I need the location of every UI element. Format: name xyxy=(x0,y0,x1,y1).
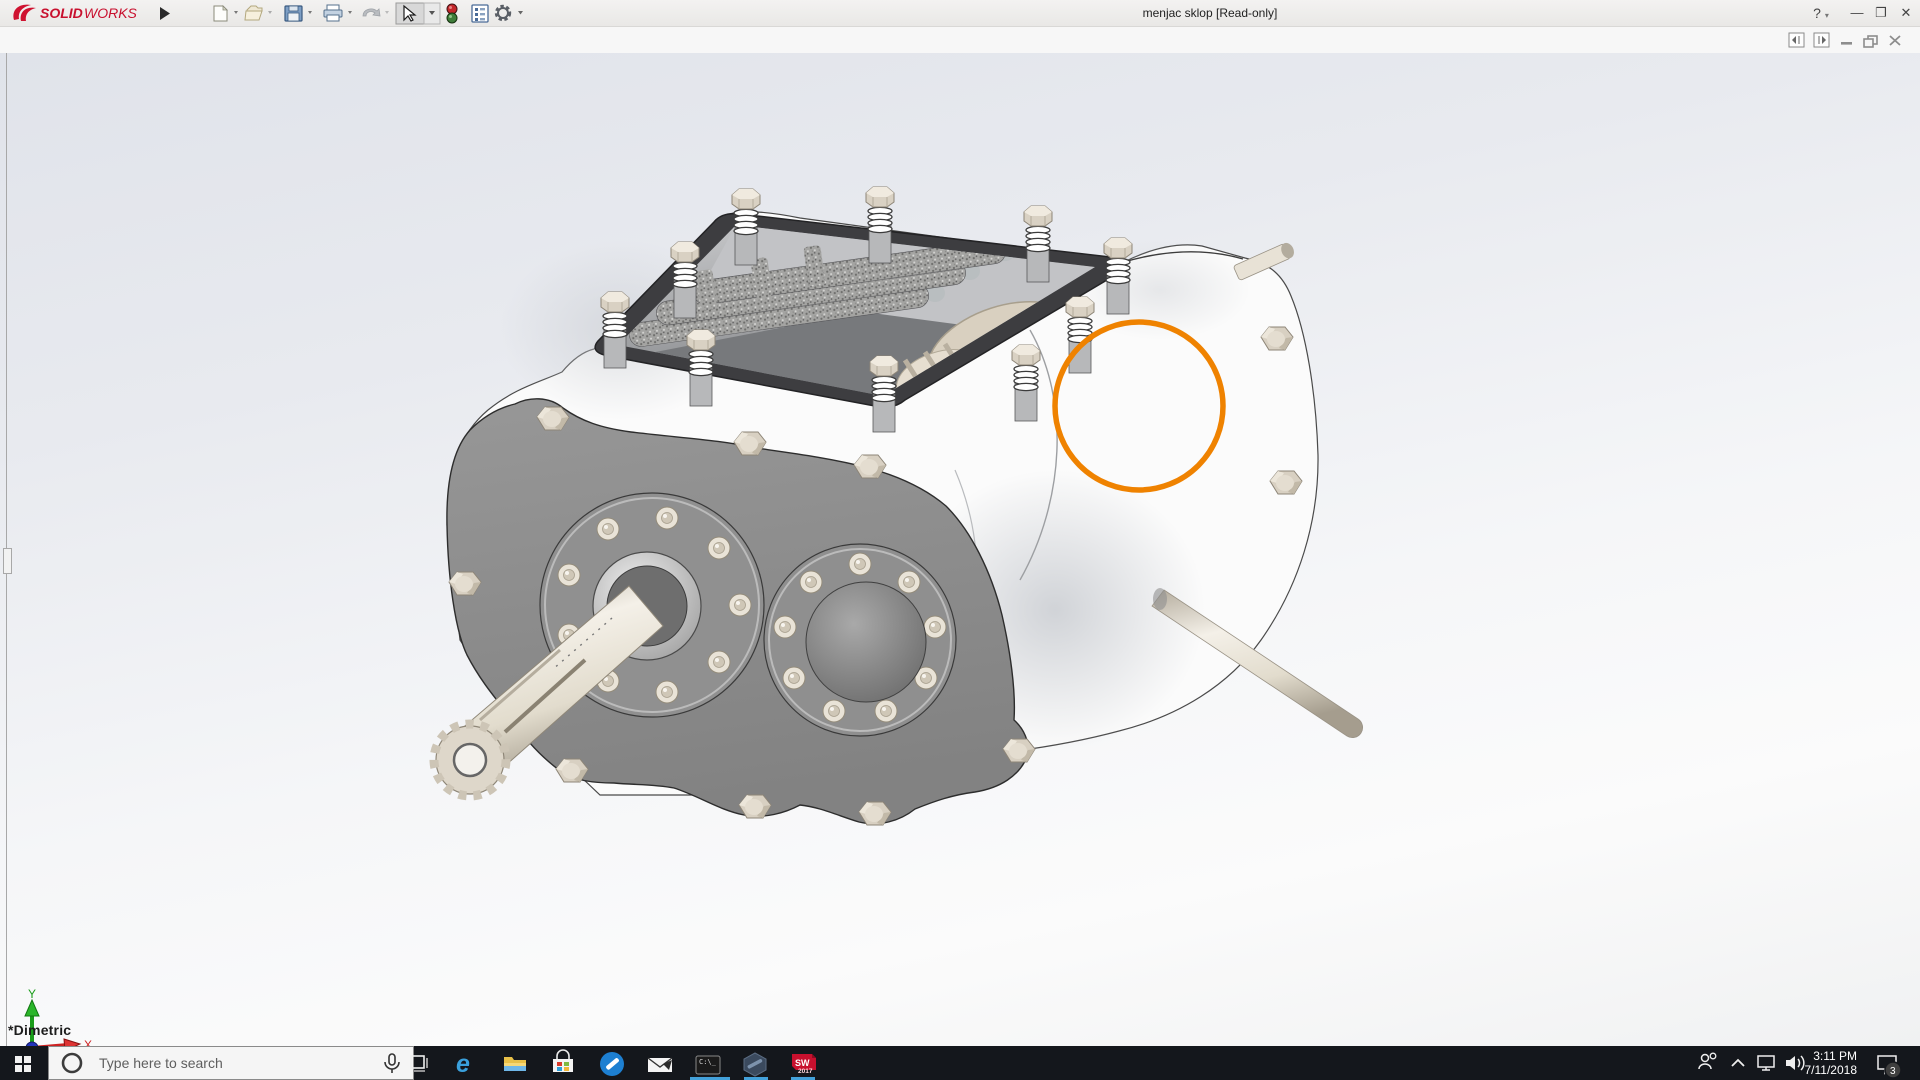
search-placeholder: Type here to search xyxy=(99,1055,223,1071)
print-button[interactable] xyxy=(323,4,352,22)
save-button[interactable] xyxy=(284,5,312,22)
start-button[interactable] xyxy=(0,1046,48,1080)
document-window-controls xyxy=(1788,32,1901,48)
document-title: menjac sklop [Read-only] xyxy=(1142,6,1278,20)
solidworks-2017-icon[interactable]: SW 2017 xyxy=(792,1054,816,1075)
file-explorer-icon[interactable] xyxy=(504,1057,526,1071)
doc-close-button[interactable] xyxy=(1889,35,1901,46)
window-restore-button[interactable]: ❐ xyxy=(1868,0,1894,27)
store-icon[interactable] xyxy=(553,1049,573,1072)
pane-left-button[interactable] xyxy=(1788,32,1805,48)
action-center-icon[interactable]: 3 xyxy=(1877,1055,1902,1079)
help-button[interactable]: ? ▾ xyxy=(1808,0,1834,27)
network-icon[interactable] xyxy=(1757,1055,1775,1071)
tray-chevron-icon[interactable] xyxy=(1731,1058,1745,1067)
system-tray: 3 xyxy=(1698,1052,1902,1079)
title-bar: SOLID WORKS menjac sklop [Read-only] ? ▾… xyxy=(0,0,1920,27)
screen: SOLID WORKS menjac sklop [Read-only] ? ▾… xyxy=(0,0,1920,1080)
svg-text:2017: 2017 xyxy=(798,1068,813,1075)
new-document-button[interactable] xyxy=(213,5,238,22)
document-chrome-row xyxy=(0,27,1920,53)
pane-right-button[interactable] xyxy=(1813,32,1830,48)
doc-minimize-button[interactable] xyxy=(1841,42,1852,45)
volume-icon[interactable] xyxy=(1786,1055,1805,1071)
view-orientation-label: *Dimetric xyxy=(8,1022,72,1038)
open-button[interactable] xyxy=(244,5,272,21)
people-icon[interactable] xyxy=(1698,1052,1717,1070)
taskbar-search[interactable]: Type here to search xyxy=(48,1046,414,1080)
graphics-viewport[interactable]: Y X Z *Dimetric xyxy=(0,53,1920,1080)
microphone-icon[interactable] xyxy=(381,1051,403,1077)
brand-bold: SOLID xyxy=(40,5,83,21)
svg-text:C:\_: C:\_ xyxy=(699,1058,717,1066)
command-prompt-icon[interactable]: C:\_ xyxy=(695,1055,721,1075)
doc-restore-button[interactable] xyxy=(1863,35,1878,48)
axis-label-y: Y xyxy=(28,988,36,1001)
file-properties-button[interactable] xyxy=(471,4,489,23)
tray-time: 3:11 PM xyxy=(1813,1049,1857,1063)
mail-icon[interactable] xyxy=(647,1057,673,1072)
notification-badge: 3 xyxy=(1890,1066,1896,1077)
titlebar-toolbar: SOLID WORKS xyxy=(13,2,524,25)
svg-text:SW: SW xyxy=(795,1058,810,1068)
window-close-button[interactable]: ✕ xyxy=(1893,0,1919,27)
taskbar-apps: e C:\_ SW 2017 xyxy=(456,1049,816,1078)
feature-panel-collapse-tab[interactable] xyxy=(3,548,12,574)
undo-button[interactable] xyxy=(362,8,389,17)
selection-filter-button[interactable] xyxy=(446,3,458,24)
toolbar-expand-button[interactable] xyxy=(160,7,170,20)
edge-icon[interactable]: e xyxy=(456,1050,470,1078)
task-view-button[interactable] xyxy=(402,1046,436,1080)
solidworks-logo xyxy=(13,4,36,21)
brand-light: WORKS xyxy=(84,5,138,21)
bearing-dome-cover xyxy=(805,581,927,703)
svg-text:e: e xyxy=(456,1050,470,1078)
windows-taskbar: Type here to search e C:\_ SW 2017 3 3:1… xyxy=(0,1046,1920,1080)
window-minimize-button[interactable]: — xyxy=(1844,0,1870,27)
tray-date: 7/11/2018 xyxy=(1804,1063,1858,1077)
cortana-icon xyxy=(61,1052,83,1074)
select-button[interactable] xyxy=(395,2,441,25)
gearbox-model xyxy=(429,186,1364,826)
options-button[interactable] xyxy=(494,4,524,22)
tray-clock[interactable]: 3:11 PM 7/11/2018 xyxy=(1805,1049,1858,1077)
hexagon-app-icon[interactable] xyxy=(743,1052,767,1077)
support-tool-icon[interactable] xyxy=(600,1052,624,1076)
